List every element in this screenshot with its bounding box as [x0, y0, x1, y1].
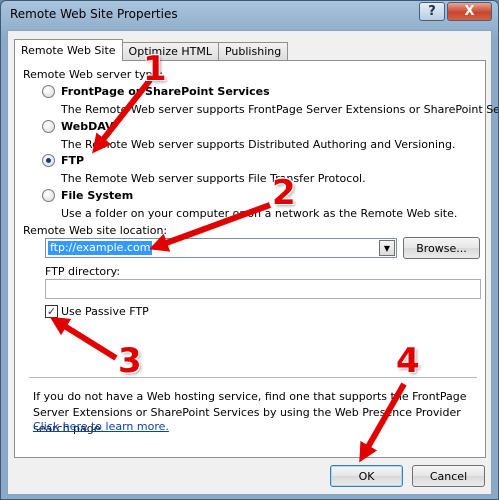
radio-ftp[interactable] — [42, 154, 55, 167]
annotation-number-2: 2 — [272, 173, 296, 213]
cancel-button[interactable]: Cancel — [412, 465, 485, 487]
location-value: ftp://example.com — [48, 241, 153, 255]
passive-ftp-checkbox[interactable]: ✓ — [45, 305, 58, 318]
ftp-directory-label: FTP directory: — [45, 265, 121, 278]
annotation-number-3: 3 — [118, 341, 142, 381]
radio-file-system-description: Use a folder on your computer or on a ne… — [61, 207, 458, 220]
tab-publishing[interactable]: Publishing — [217, 42, 289, 61]
close-icon: X — [464, 4, 475, 19]
annotation-number-1: 1 — [143, 49, 167, 89]
radio-webdav-label[interactable]: WebDAV — [61, 120, 114, 133]
help-icon: ? — [428, 4, 436, 19]
radio-webdav[interactable] — [42, 120, 55, 133]
dialog-window: Remote Web Site Properties ? X Remote We… — [0, 0, 499, 500]
ok-button[interactable]: OK — [330, 465, 403, 487]
radio-file-system-label[interactable]: File System — [61, 189, 133, 202]
radio-ftp-description: The Remote Web server supports File Tran… — [61, 172, 366, 185]
tab-optimize-html[interactable]: Optimize HTML — [121, 42, 219, 61]
browse-button[interactable]: Browse... — [403, 237, 480, 259]
chevron-down-icon[interactable]: ▼ — [379, 240, 395, 256]
tab-remote-web-site[interactable]: Remote Web Site — [14, 39, 123, 61]
learn-more-link[interactable]: Click here to learn more. — [33, 420, 169, 433]
location-label: Remote Web site location: — [23, 224, 168, 237]
dialog-client: Remote Web Site Optimize HTML Publishing… — [7, 30, 498, 495]
close-button[interactable]: X — [447, 2, 492, 21]
title-bar[interactable]: Remote Web Site Properties ? X — [1, 1, 498, 29]
ftp-directory-input[interactable] — [45, 279, 481, 299]
annotation-number-4: 4 — [396, 341, 420, 381]
radio-frontpage[interactable] — [42, 85, 55, 98]
location-combobox[interactable]: ftp://example.com ▼ — [45, 238, 397, 258]
radio-file-system[interactable] — [42, 189, 55, 202]
help-button[interactable]: ? — [419, 2, 445, 21]
radio-frontpage-description: The Remote Web server supports FrontPage… — [61, 103, 499, 116]
window-title: Remote Web Site Properties — [10, 7, 178, 21]
radio-webdav-description: The Remote Web server supports Distribut… — [61, 138, 456, 151]
tab-panel: Remote Web server type: FrontPage or Sha… — [14, 60, 498, 458]
check-icon: ✓ — [46, 305, 57, 318]
server-type-heading: Remote Web server type: — [23, 68, 164, 81]
radio-ftp-label[interactable]: FTP — [61, 154, 84, 167]
passive-ftp-label[interactable]: Use Passive FTP — [61, 305, 149, 318]
